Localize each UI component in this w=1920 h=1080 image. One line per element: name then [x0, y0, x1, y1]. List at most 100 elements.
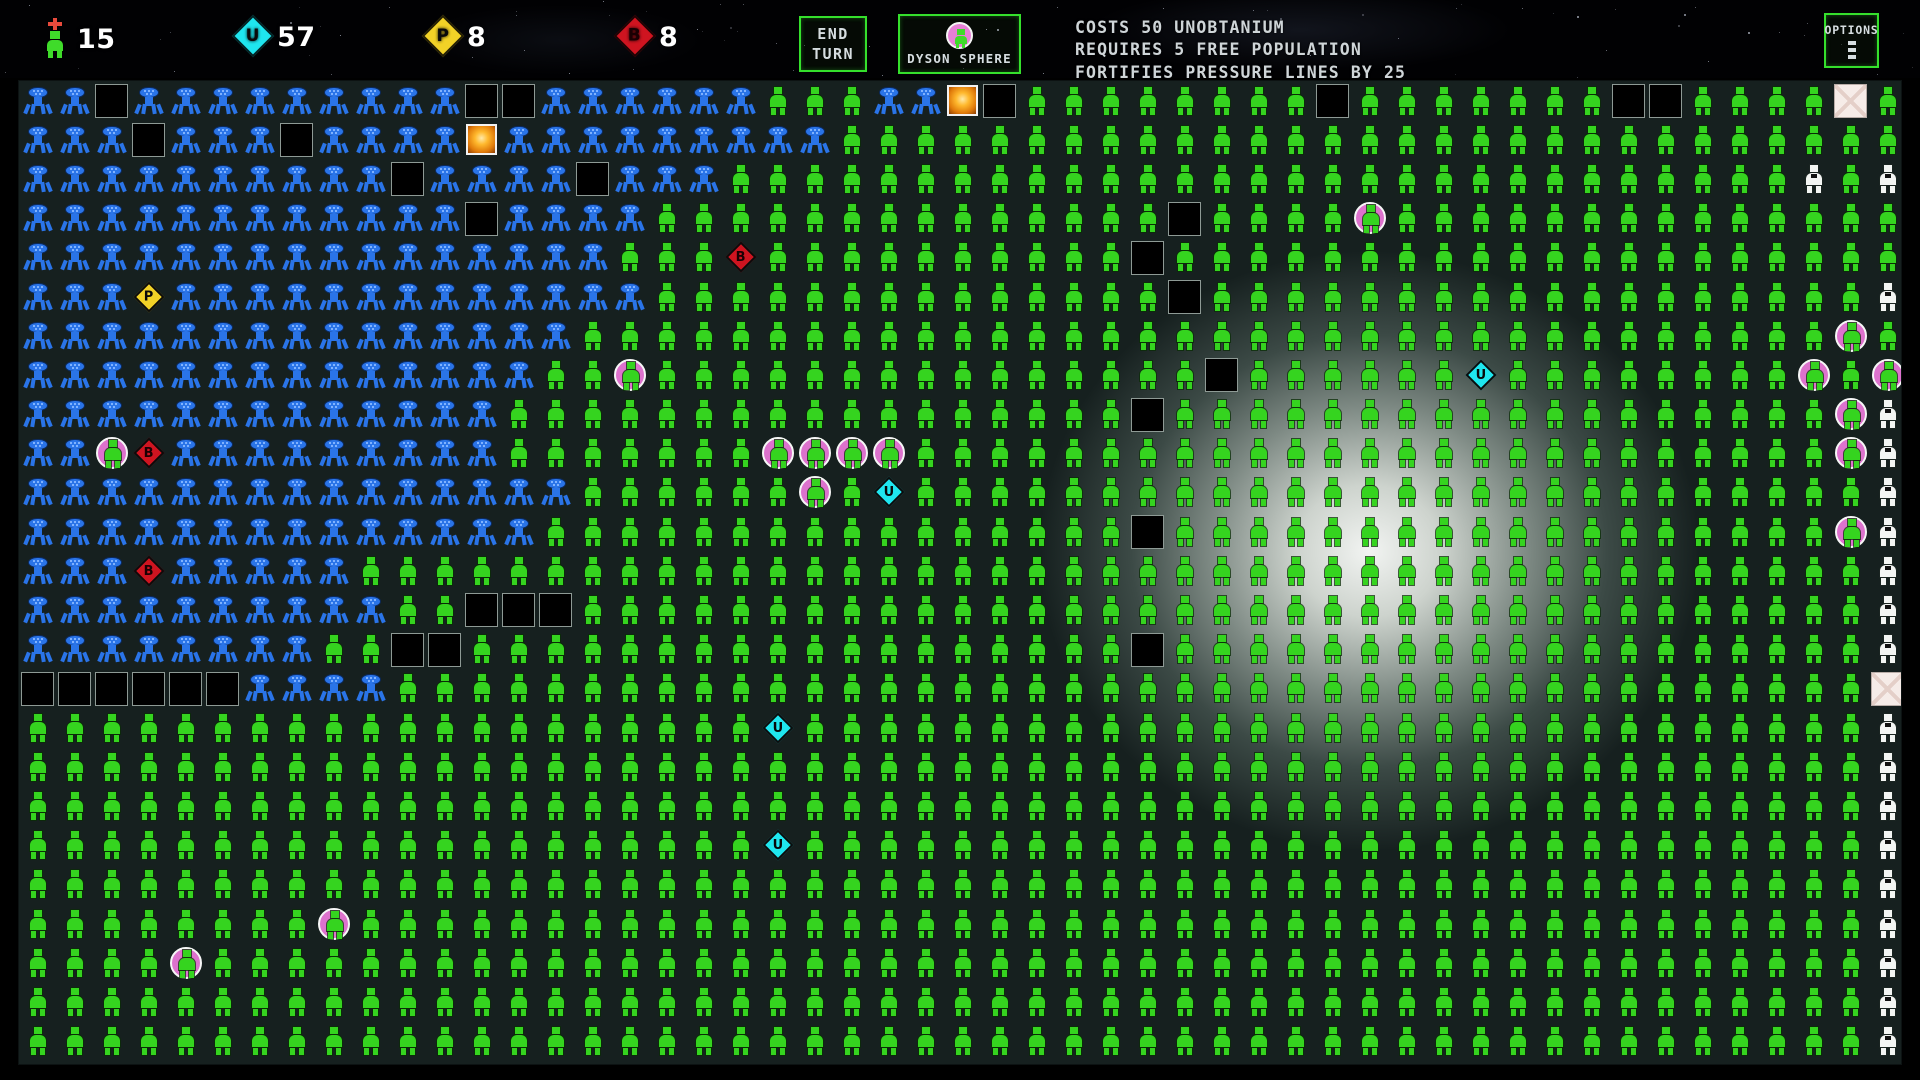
green-human-unit[interactable]	[944, 826, 981, 865]
green-human-unit[interactable]	[685, 551, 722, 590]
green-human-unit[interactable]	[1018, 199, 1055, 238]
empty-black-cell[interactable]	[1129, 238, 1166, 277]
green-human-unit[interactable]	[1277, 277, 1314, 316]
green-human-unit[interactable]	[1462, 865, 1499, 904]
green-human-unit[interactable]	[1203, 982, 1240, 1021]
green-human-unit[interactable]	[352, 1022, 389, 1061]
green-human-unit[interactable]	[1129, 708, 1166, 747]
blue-alien-unit[interactable]	[241, 355, 278, 394]
green-human-unit[interactable]	[1055, 669, 1092, 708]
green-human-unit[interactable]	[870, 982, 907, 1021]
green-human-unit[interactable]	[944, 473, 981, 512]
green-human-unit[interactable]	[685, 590, 722, 629]
green-human-unit[interactable]	[1055, 551, 1092, 590]
green-human-unit[interactable]	[1092, 747, 1129, 786]
empty-black-cell[interactable]	[574, 159, 611, 198]
blue-alien-unit[interactable]	[685, 120, 722, 159]
green-human-unit[interactable]	[833, 199, 870, 238]
green-human-unit[interactable]	[1573, 120, 1610, 159]
dyson-sphere-ringed-unit[interactable]	[1832, 512, 1869, 551]
green-human-unit[interactable]	[537, 747, 574, 786]
green-human-unit[interactable]	[167, 826, 204, 865]
green-human-unit[interactable]	[1462, 786, 1499, 825]
green-human-unit[interactable]	[537, 669, 574, 708]
green-human-unit[interactable]	[278, 786, 315, 825]
dyson-sphere-ringed-unit[interactable]	[796, 434, 833, 473]
green-human-unit[interactable]	[1499, 159, 1536, 198]
green-human-unit[interactable]	[722, 159, 759, 198]
green-human-unit[interactable]	[1203, 826, 1240, 865]
green-human-unit[interactable]	[611, 708, 648, 747]
green-human-unit[interactable]	[685, 512, 722, 551]
green-human-unit[interactable]	[1832, 786, 1869, 825]
green-human-unit[interactable]	[500, 434, 537, 473]
blue-alien-unit[interactable]	[426, 159, 463, 198]
green-human-unit[interactable]	[1573, 943, 1610, 982]
green-human-unit[interactable]	[722, 669, 759, 708]
blue-alien-unit[interactable]	[204, 81, 241, 120]
green-human-unit[interactable]	[833, 81, 870, 120]
green-human-unit[interactable]	[19, 943, 56, 982]
green-human-unit[interactable]	[1203, 277, 1240, 316]
green-human-unit[interactable]	[19, 747, 56, 786]
blue-alien-unit[interactable]	[19, 120, 56, 159]
green-human-unit[interactable]	[1388, 786, 1425, 825]
green-human-unit[interactable]	[1277, 826, 1314, 865]
blue-alien-unit[interactable]	[56, 473, 93, 512]
green-human-unit[interactable]	[870, 747, 907, 786]
green-human-unit[interactable]	[1425, 512, 1462, 551]
blue-alien-unit[interactable]	[93, 199, 130, 238]
green-human-unit[interactable]	[574, 551, 611, 590]
green-human-unit[interactable]	[56, 708, 93, 747]
green-human-unit[interactable]	[1129, 551, 1166, 590]
dyson-sphere-button[interactable]: DYSON SPHERE	[898, 14, 1021, 74]
green-human-unit[interactable]	[1092, 943, 1129, 982]
blue-alien-unit[interactable]	[19, 238, 56, 277]
green-human-unit[interactable]	[1277, 512, 1314, 551]
green-human-unit[interactable]	[611, 786, 648, 825]
green-human-unit[interactable]	[463, 669, 500, 708]
green-human-unit[interactable]	[1055, 1022, 1092, 1061]
blue-alien-unit[interactable]	[204, 434, 241, 473]
blue-alien-unit[interactable]	[56, 434, 93, 473]
white-human-unit[interactable]	[1869, 277, 1901, 316]
green-human-unit[interactable]	[796, 904, 833, 943]
blue-alien-unit[interactable]	[389, 199, 426, 238]
green-human-unit[interactable]	[833, 512, 870, 551]
green-human-unit[interactable]	[870, 943, 907, 982]
green-human-unit[interactable]	[1351, 395, 1388, 434]
green-human-unit[interactable]	[1462, 943, 1499, 982]
green-human-unit[interactable]	[611, 904, 648, 943]
green-human-unit[interactable]	[93, 904, 130, 943]
green-human-unit[interactable]	[130, 708, 167, 747]
green-human-unit[interactable]	[1203, 786, 1240, 825]
green-human-unit[interactable]	[1462, 316, 1499, 355]
green-human-unit[interactable]	[500, 708, 537, 747]
green-human-unit[interactable]	[1610, 708, 1647, 747]
green-human-unit[interactable]	[1721, 904, 1758, 943]
green-human-unit[interactable]	[1166, 316, 1203, 355]
green-human-unit[interactable]	[833, 395, 870, 434]
green-human-unit[interactable]	[611, 747, 648, 786]
blue-alien-unit[interactable]	[278, 355, 315, 394]
blue-alien-unit[interactable]	[426, 277, 463, 316]
green-human-unit[interactable]	[944, 277, 981, 316]
green-human-unit[interactable]	[1166, 473, 1203, 512]
blue-alien-unit[interactable]	[463, 395, 500, 434]
green-human-unit[interactable]	[1314, 199, 1351, 238]
green-human-unit[interactable]	[1647, 865, 1684, 904]
green-human-unit[interactable]	[1277, 199, 1314, 238]
green-human-unit[interactable]	[1610, 982, 1647, 1021]
green-human-unit[interactable]	[130, 747, 167, 786]
blue-alien-unit[interactable]	[278, 473, 315, 512]
green-human-unit[interactable]	[19, 786, 56, 825]
green-human-unit[interactable]	[648, 669, 685, 708]
blue-alien-unit[interactable]	[500, 355, 537, 394]
blue-alien-unit[interactable]	[389, 473, 426, 512]
blue-alien-unit[interactable]	[130, 473, 167, 512]
green-human-unit[interactable]	[1647, 982, 1684, 1021]
green-human-unit[interactable]	[1647, 943, 1684, 982]
green-human-unit[interactable]	[1573, 590, 1610, 629]
green-human-unit[interactable]	[944, 708, 981, 747]
green-human-unit[interactable]	[389, 943, 426, 982]
